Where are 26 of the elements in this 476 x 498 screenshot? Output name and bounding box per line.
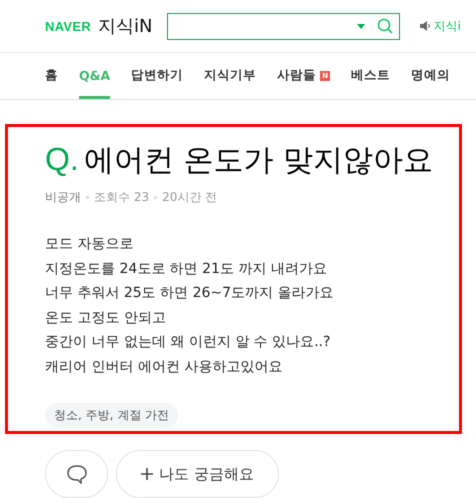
- caret-icon[interactable]: [356, 24, 365, 28]
- speech-bubble-icon: [66, 464, 88, 484]
- nav-tab[interactable]: 지식기부: [204, 53, 256, 99]
- category-tag[interactable]: 청소, 주방, 계절 가전: [45, 403, 178, 428]
- nav-tab[interactable]: 명예의: [411, 53, 450, 99]
- question-mark-label: Q.: [45, 141, 79, 178]
- plus-icon: [141, 468, 153, 480]
- nav-tab[interactable]: 베스트: [351, 53, 390, 99]
- body-line: 캐리어 인버터 에어컨 사용하고있어요: [45, 358, 284, 376]
- search-icon[interactable]: [376, 18, 393, 34]
- body-line: 온도 고정도 안되고: [45, 308, 167, 328]
- comment-button[interactable]: [45, 450, 108, 498]
- speaker-icon: [420, 21, 431, 31]
- body-line: 중간이 너무 없는데 왜 이런지 알 수 있나요..?: [45, 333, 332, 352]
- body-line: 지정온도를 24도로 하면 21도 까지 내려가요: [45, 260, 328, 278]
- body-line: 너무 추워서 25도 하면 26~7도까지 올라가요: [45, 284, 335, 303]
- meta-text: 20시간 전: [162, 189, 218, 206]
- nav-tab[interactable]: 홈: [45, 53, 58, 99]
- question-title: 에어컨 온도가 맞지않아요: [84, 142, 433, 180]
- search-field[interactable]: [166, 12, 400, 40]
- service-logo[interactable]: 지식iN: [98, 14, 153, 38]
- curious-button[interactable]: 나도 궁금해요: [116, 450, 279, 498]
- meta-text: 비공개: [45, 189, 81, 206]
- meta-text: 조회수 23: [94, 189, 150, 206]
- body-line: 모드 자동으로: [45, 235, 134, 254]
- nav-tab[interactable]: 답변하기: [131, 53, 184, 99]
